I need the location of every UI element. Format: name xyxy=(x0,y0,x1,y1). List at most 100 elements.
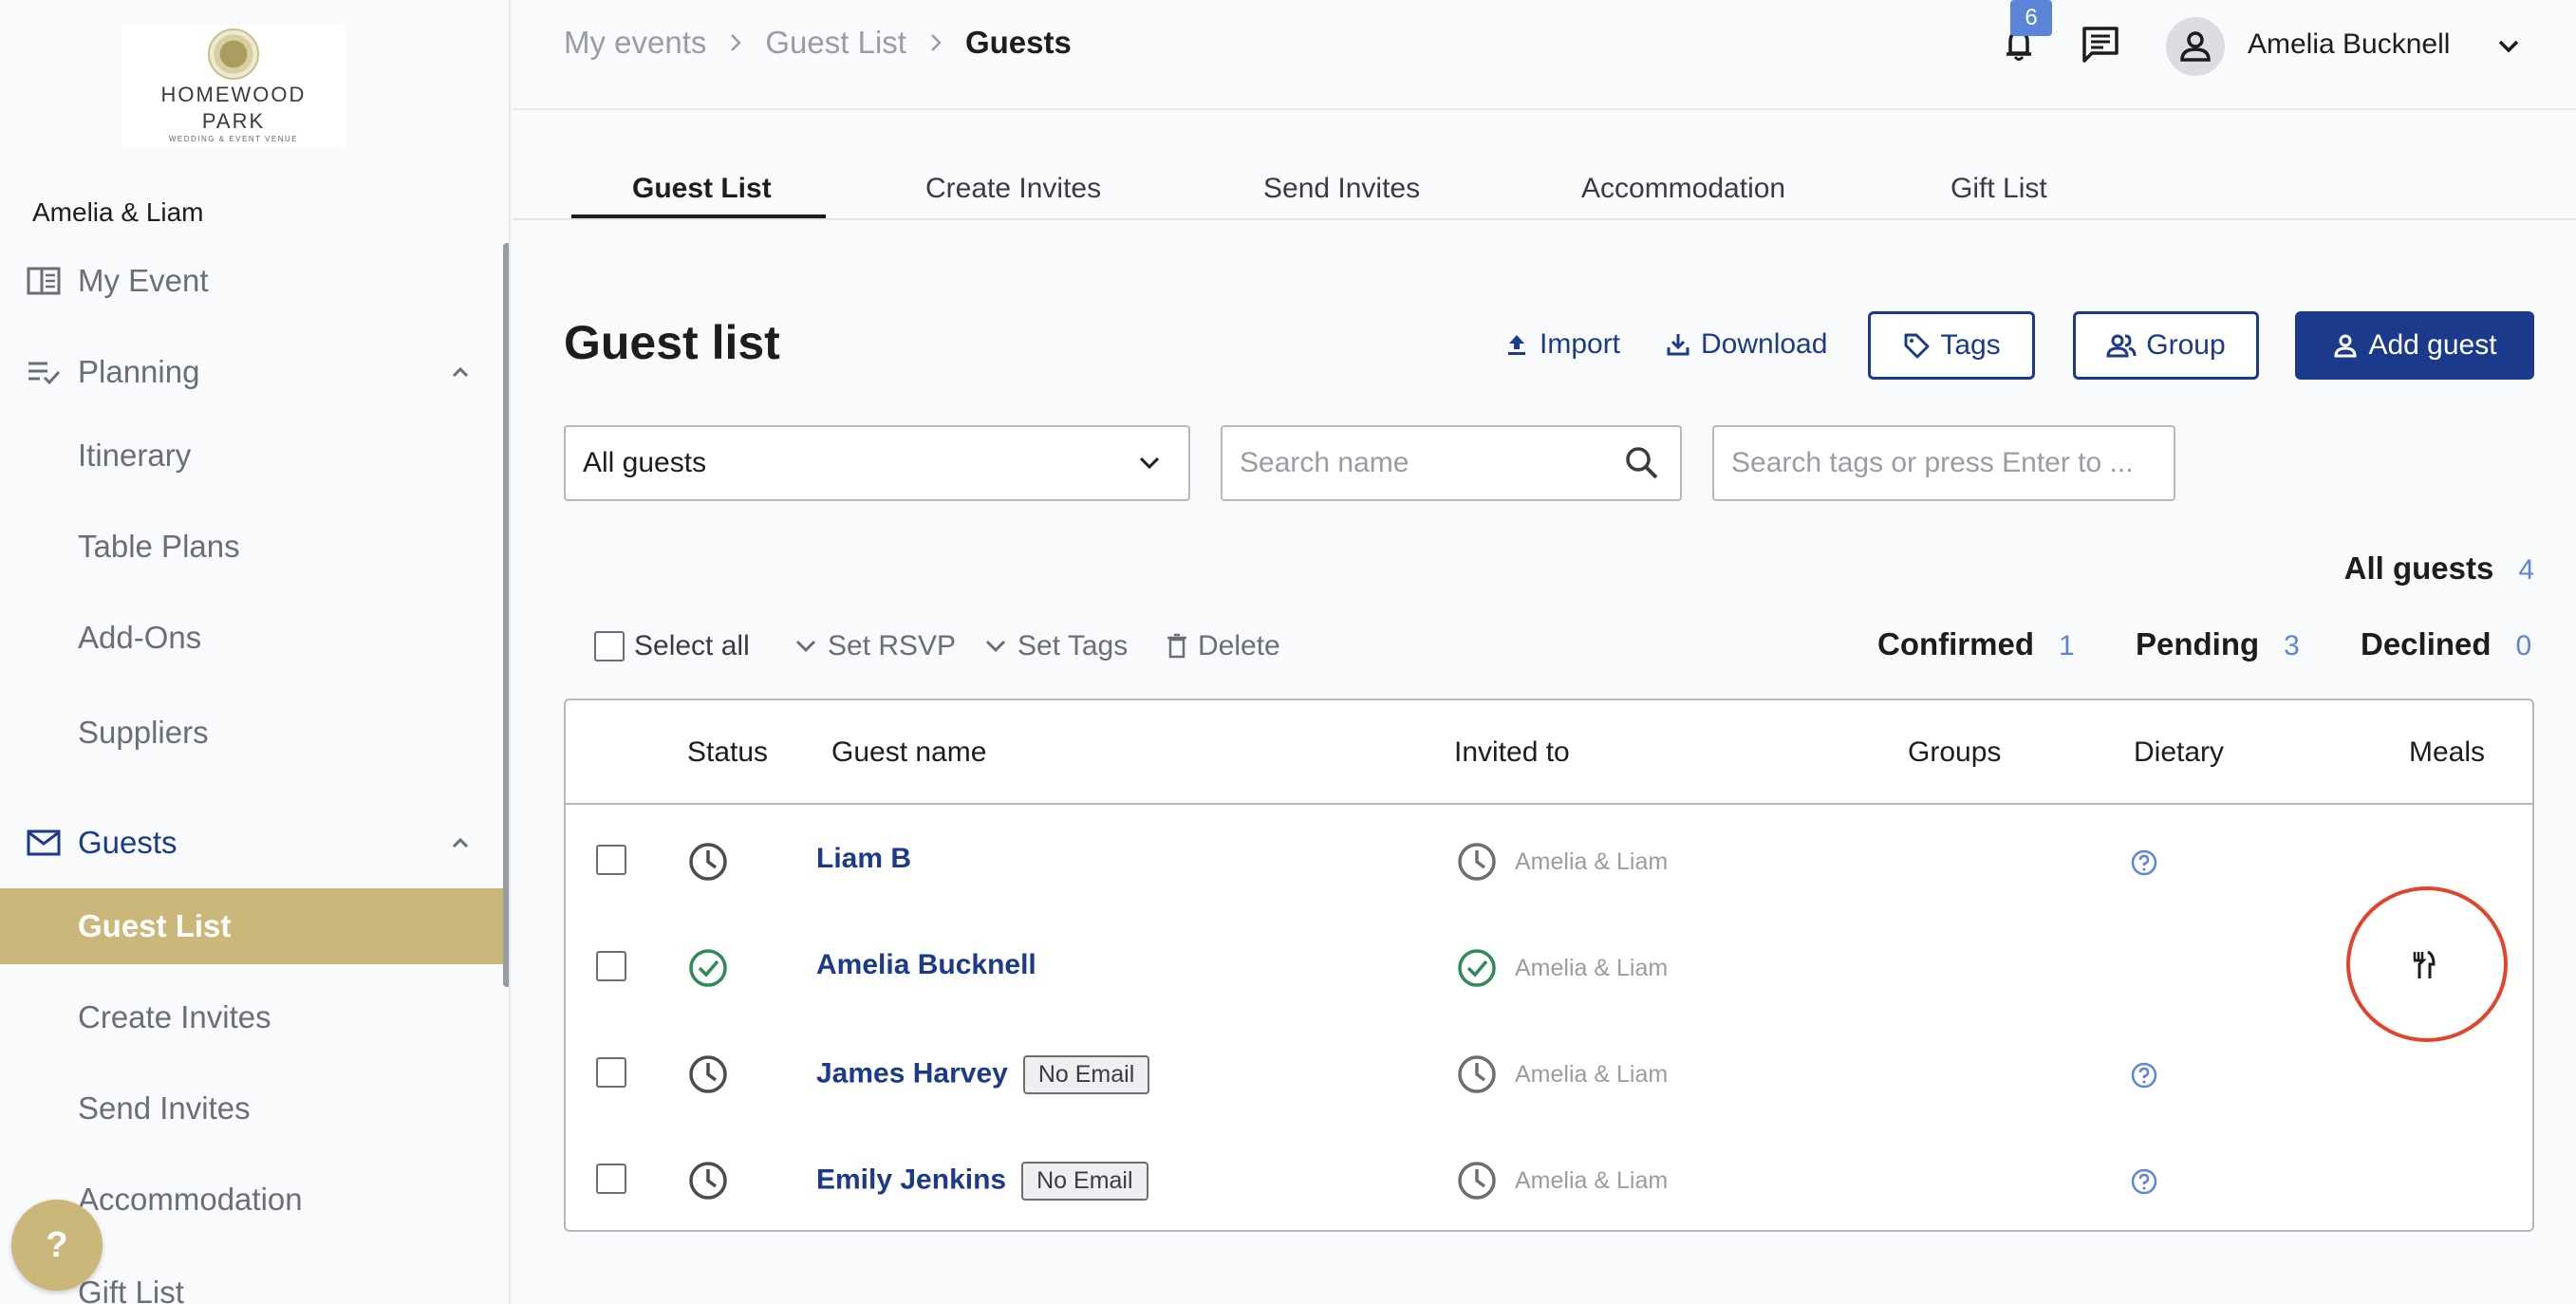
sidebar-item-create-invites[interactable]: Create Invites xyxy=(0,979,503,1055)
download-button[interactable]: Download xyxy=(1665,328,1827,361)
sidebar-item-guests[interactable]: Guests xyxy=(0,805,503,881)
book-open-icon xyxy=(25,262,63,300)
avatar[interactable] xyxy=(2166,17,2225,76)
clock-icon xyxy=(689,843,727,881)
sidebar-item-send-invites[interactable]: Send Invites xyxy=(0,1071,503,1146)
set-rsvp-button[interactable]: Set RSVP xyxy=(793,630,956,662)
all-guests-count[interactable]: All guests 4 xyxy=(2344,550,2534,587)
sidebar-item-itinerary[interactable]: Itinerary xyxy=(0,418,503,494)
declined-count[interactable]: Declined 0 xyxy=(2361,626,2531,662)
sidebar-item-planning[interactable]: Planning xyxy=(0,334,503,410)
clock-icon xyxy=(1458,1055,1496,1093)
confirmed-label: Confirmed xyxy=(1877,626,2034,661)
event-name: Amelia & Liam xyxy=(32,197,204,227)
tab-guest-list[interactable]: Guest List xyxy=(632,173,772,205)
clock-icon xyxy=(689,1055,727,1093)
pending-number: 3 xyxy=(2284,630,2300,661)
sidebar-item-label: Guests xyxy=(78,825,177,860)
sidebar-item-table-plans[interactable]: Table Plans xyxy=(0,509,503,585)
set-tags-label: Set Tags xyxy=(1017,630,1129,661)
clock-icon xyxy=(689,1162,727,1200)
invited-to: Amelia & Liam xyxy=(1515,1061,1669,1088)
search-name-input[interactable]: Search name xyxy=(1221,425,1682,501)
row-checkbox[interactable] xyxy=(596,951,626,981)
search-tags-input[interactable]: Search tags or press Enter to ... xyxy=(1712,425,2175,501)
clock-icon xyxy=(1458,843,1496,881)
sidebar-item-label: Gift List xyxy=(78,1275,184,1304)
set-tags-button[interactable]: Set Tags xyxy=(983,630,1128,662)
column-meals[interactable]: Meals xyxy=(2409,736,2485,769)
sidebar-item-suppliers[interactable]: Suppliers xyxy=(0,695,503,771)
import-button[interactable]: Import xyxy=(1503,328,1620,361)
confirmed-number: 1 xyxy=(2059,630,2075,661)
help-button[interactable]: ? xyxy=(11,1200,103,1291)
table-row[interactable]: Emily Jenkins No Email Amelia & Liam xyxy=(566,1124,2532,1230)
sidebar-item-label: Add-Ons xyxy=(78,620,202,655)
tab-accommodation[interactable]: Accommodation xyxy=(1581,173,1785,205)
breadcrumb: My events Guest List Guests xyxy=(564,25,1072,61)
sidebar: HOMEWOOD PARK WEDDING & EVENT VENUE Amel… xyxy=(0,0,511,1304)
guest-name-link[interactable]: James Harvey No Email xyxy=(816,1055,1150,1094)
question-icon[interactable] xyxy=(2130,848,2158,877)
breadcrumb-current: Guests xyxy=(964,25,1072,60)
all-guests-number: 4 xyxy=(2518,554,2534,586)
import-label: Import xyxy=(1540,328,1621,360)
breadcrumb-guest-list[interactable]: Guest List xyxy=(765,25,906,61)
add-guest-button[interactable]: Add guest xyxy=(2295,311,2534,380)
row-checkbox[interactable] xyxy=(596,845,626,875)
guest-name: Amelia Bucknell xyxy=(816,949,1036,980)
guest-filter-value: All guests xyxy=(583,447,707,478)
tab-gift-list[interactable]: Gift List xyxy=(1951,173,2047,205)
column-status[interactable]: Status xyxy=(687,736,768,769)
sidebar-scrollbar[interactable] xyxy=(503,243,509,987)
tags-button[interactable]: Tags xyxy=(1868,311,2035,380)
chevron-down-icon xyxy=(985,640,1006,653)
tab-create-invites[interactable]: Create Invites xyxy=(925,173,1101,205)
chevron-up-icon xyxy=(452,366,469,378)
chevron-down-icon[interactable] xyxy=(2494,32,2523,61)
row-checkbox[interactable] xyxy=(596,1164,626,1194)
select-all-checkbox[interactable]: Select all xyxy=(594,630,750,662)
sidebar-item-label: Send Invites xyxy=(78,1090,251,1126)
group-button[interactable]: Group xyxy=(2073,311,2259,380)
cutlery-icon[interactable] xyxy=(2409,949,2437,981)
sidebar-item-label: My Event xyxy=(78,263,209,298)
guest-name-link[interactable]: Emily Jenkins No Email xyxy=(816,1162,1148,1201)
guest-table: Status Guest name Invited to Groups Diet… xyxy=(564,699,2534,1232)
confirmed-count[interactable]: Confirmed 1 xyxy=(1877,626,2075,662)
chevron-right-icon xyxy=(931,34,942,51)
table-row[interactable]: Amelia Bucknell Amelia & Liam xyxy=(566,911,2532,1017)
pending-count[interactable]: Pending 3 xyxy=(2136,626,2300,662)
user-name[interactable]: Amelia Bucknell xyxy=(2248,28,2450,61)
pending-label: Pending xyxy=(2136,626,2260,661)
table-row[interactable]: Liam B Amelia & Liam xyxy=(566,805,2532,911)
guest-name-link[interactable]: Liam B xyxy=(816,843,911,875)
sidebar-item-my-event[interactable]: My Event xyxy=(0,243,503,319)
guest-name-link[interactable]: Amelia Bucknell xyxy=(816,949,1036,981)
question-icon[interactable] xyxy=(2130,1167,2158,1196)
logo-emblem-icon xyxy=(208,28,259,80)
column-dietary[interactable]: Dietary xyxy=(2134,736,2224,769)
breadcrumb-my-events[interactable]: My events xyxy=(564,25,706,61)
table-row[interactable]: James Harvey No Email Amelia & Liam xyxy=(566,1017,2532,1124)
column-guest-name[interactable]: Guest name xyxy=(831,736,986,769)
question-icon[interactable] xyxy=(2130,1061,2158,1090)
select-all-box[interactable] xyxy=(594,631,625,661)
column-groups[interactable]: Groups xyxy=(1908,736,2001,769)
tag-icon xyxy=(1904,333,1930,359)
search-icon[interactable] xyxy=(1623,444,1661,482)
delete-button[interactable]: Delete xyxy=(1166,630,1280,662)
topbar: My events Guest List Guests 6 Amelia Buc… xyxy=(513,0,2576,110)
sidebar-item-label: Guest List xyxy=(78,908,232,943)
row-checkbox[interactable] xyxy=(596,1057,626,1088)
group-label: Group xyxy=(2146,329,2226,361)
mail-icon xyxy=(25,824,63,862)
sidebar-item-label: Accommodation xyxy=(78,1182,303,1217)
column-invited-to[interactable]: Invited to xyxy=(1454,736,1570,769)
venue-logo[interactable]: HOMEWOOD PARK WEDDING & EVENT VENUE xyxy=(121,25,345,148)
sidebar-item-guest-list[interactable]: Guest List xyxy=(0,888,503,964)
chat-icon[interactable] xyxy=(2079,23,2122,66)
tab-send-invites[interactable]: Send Invites xyxy=(1263,173,1420,205)
guest-filter-select[interactable]: All guests xyxy=(564,425,1190,501)
sidebar-item-add-ons[interactable]: Add-Ons xyxy=(0,600,503,676)
